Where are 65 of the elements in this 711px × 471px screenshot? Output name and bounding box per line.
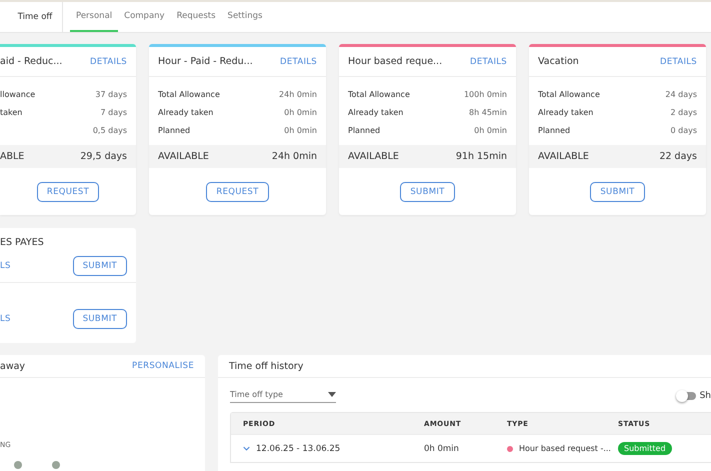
tab[interactable]: Settings [222, 2, 268, 32]
table-cell: Hour based request -... [519, 444, 611, 453]
row-label: Planned [158, 126, 190, 134]
request-button[interactable]: REQUEST [36, 182, 100, 202]
row-label: Planned [348, 126, 380, 134]
available-label: AVAILABLE [538, 151, 589, 162]
details-link[interactable]: DETAILS [280, 56, 317, 66]
dropdown-caret-icon [328, 392, 336, 397]
details-link[interactable]: LS [0, 314, 11, 324]
status-badge: Submitted [618, 442, 672, 454]
available-label: ABLE [0, 151, 24, 162]
row-label: Total Allowance [158, 90, 220, 98]
details-link[interactable]: DETAILS [90, 56, 127, 66]
table-cell: 12.06.25 - 13.06.25 [256, 444, 340, 454]
available-label: AVAILABLE [158, 151, 209, 162]
row-label: Total Allowance [538, 90, 600, 98]
row-label: Already taken [158, 108, 214, 116]
card-title: Hour - Paid - Redu... [158, 56, 253, 67]
row-label: Already taken [348, 108, 404, 116]
row-value: 0h 0min [284, 108, 317, 116]
panel-title: away [0, 360, 26, 372]
available-value: 29,5 days [80, 151, 127, 162]
tab[interactable]: Company [118, 2, 171, 32]
personalise-link[interactable]: PERSONALISE [132, 361, 194, 371]
available-value: 22 days [659, 151, 697, 162]
chevron-icon[interactable] [243, 446, 250, 451]
row-value: 24h 0min [279, 90, 317, 98]
row-value: 7 days [100, 108, 127, 116]
row-value: 37 days [95, 90, 127, 98]
row-value: 2 days [670, 108, 697, 116]
card-title: aid - Reduc... [0, 56, 62, 67]
row-label: Total Allowance [348, 90, 410, 98]
submit-button[interactable]: SUBMIT [72, 256, 127, 276]
submit-button[interactable]: SUBMIT [72, 309, 127, 329]
tab[interactable]: Personal [70, 2, 118, 32]
available-label: AVAILABLE [348, 151, 399, 162]
row-value: 8h 45min [469, 108, 507, 116]
row-value: 0h 0min [474, 126, 507, 134]
row-label: Already taken [538, 108, 594, 116]
policy-title: ES PAYES [0, 236, 45, 250]
card-title: Vacation [538, 56, 579, 67]
panel-title: Time off history [229, 360, 304, 372]
type-dropdown[interactable]: Time off type [230, 388, 336, 403]
row-label: llowance [0, 90, 36, 98]
request-button[interactable]: REQUEST [206, 182, 269, 202]
row-value: 0 days [670, 126, 697, 134]
tab[interactable]: Requests [170, 2, 222, 32]
details-link[interactable]: LS [0, 261, 11, 271]
row-value: 24 days [665, 90, 697, 98]
row-value: 0h 0min [284, 126, 317, 134]
available-value: 91h 15min [456, 151, 507, 162]
row-label: Planned [538, 126, 570, 134]
row-value: 100h 0min [464, 90, 507, 98]
row-value: 0,5 days [92, 126, 127, 134]
toggle-switch[interactable] [678, 392, 696, 400]
table-cell-text: 0h 0min [424, 444, 460, 454]
available-value: 24h 0min [272, 151, 317, 162]
card-title: Hour based reque... [348, 56, 442, 67]
row-label: taken [0, 108, 22, 116]
request-button[interactable]: SUBMIT [400, 182, 455, 202]
request-button[interactable]: SUBMIT [590, 182, 645, 202]
details-link[interactable]: DETAILS [470, 56, 507, 66]
details-link[interactable]: DETAILS [660, 56, 697, 66]
section-title: Time off [0, 2, 63, 32]
toggle-label: Sh [700, 390, 711, 400]
